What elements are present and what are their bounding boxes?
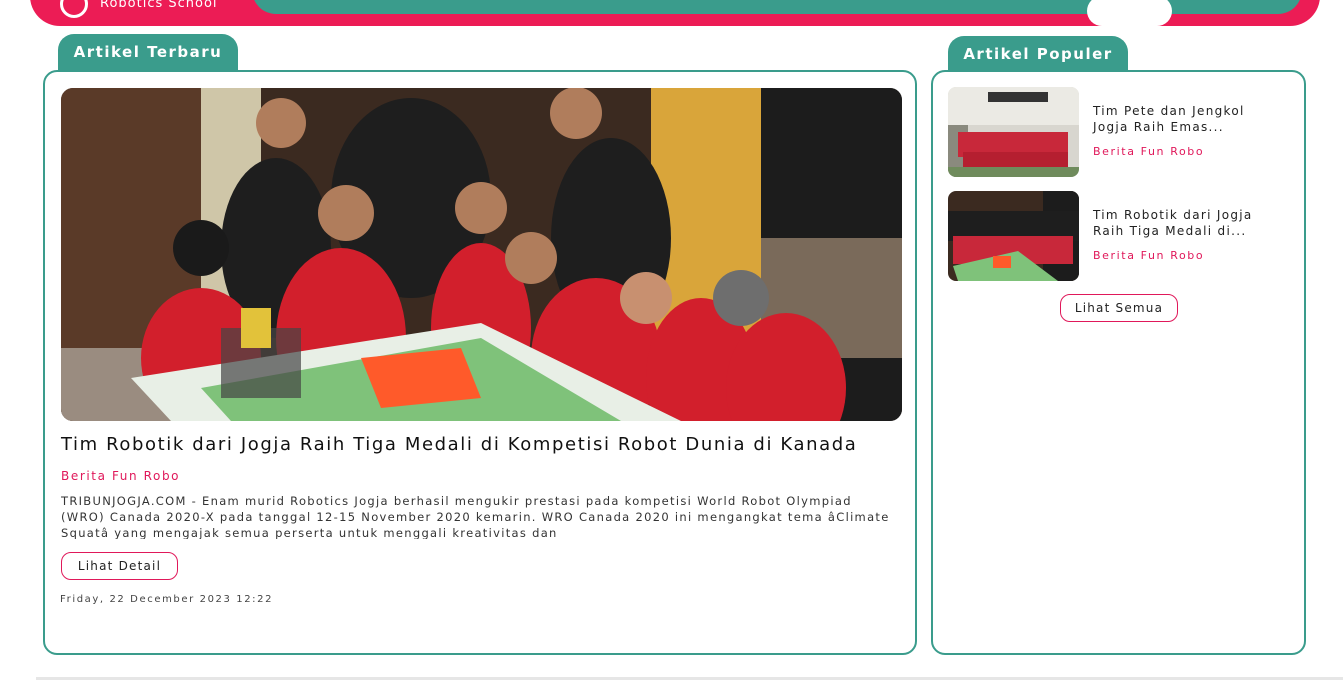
main-navigation: [252, 0, 1302, 26]
popular-thumbnail[interactable]: [948, 87, 1079, 177]
nav-pill-button[interactable]: [1087, 0, 1172, 26]
latest-article-card: Tim Robotik dari Jogja Raih Tiga Medali …: [43, 70, 917, 655]
logo-text[interactable]: Robotics School: [100, 0, 218, 11]
logo-icon[interactable]: [60, 0, 88, 18]
popular-list-item[interactable]: Tim Robotik dari Jogja Raih Tiga Medali …: [948, 191, 1293, 283]
see-all-button[interactable]: Lihat Semua: [1060, 294, 1178, 322]
detail-button[interactable]: Lihat Detail: [61, 552, 178, 580]
article-category[interactable]: Berita Fun Robo: [61, 469, 180, 483]
article-hero-image[interactable]: [61, 88, 902, 421]
article-date: Friday, 22 December 2023 12:22: [60, 594, 274, 605]
popular-list-item[interactable]: Tim Pete dan Jengkol Jogja Raih Emas... …: [948, 87, 1293, 179]
tab-popular-articles: Artikel Populer: [948, 36, 1128, 72]
article-title[interactable]: Tim Robotik dari Jogja Raih Tiga Medali …: [61, 434, 891, 455]
article-excerpt: TRIBUNJOGJA.COM - Enam murid Robotics Jo…: [61, 494, 890, 539]
top-header: Robotics School: [30, 0, 1320, 26]
popular-articles-card: Tim Pete dan Jengkol Jogja Raih Emas... …: [931, 70, 1306, 655]
tab-latest-articles: Artikel Terbaru: [58, 34, 238, 70]
popular-item-title[interactable]: Tim Pete dan Jengkol Jogja Raih Emas...: [1093, 103, 1278, 135]
popular-item-category[interactable]: Berita Fun Robo: [1093, 145, 1204, 158]
popular-item-title[interactable]: Tim Robotik dari Jogja Raih Tiga Medali …: [1093, 207, 1278, 239]
popular-item-category[interactable]: Berita Fun Robo: [1093, 249, 1204, 262]
popular-thumbnail[interactable]: [948, 191, 1079, 281]
